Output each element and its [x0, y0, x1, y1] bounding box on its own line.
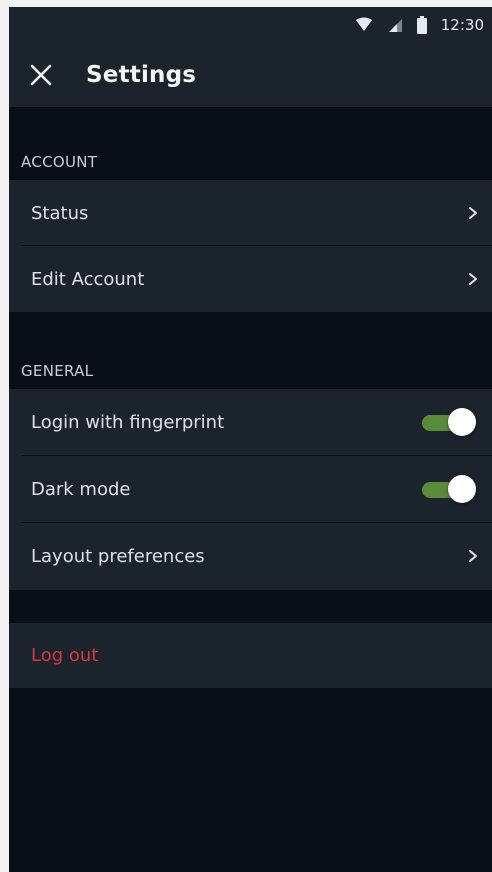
app-bar: Settings	[9, 43, 492, 107]
toggle-thumb	[448, 408, 476, 436]
logout-card: Log out	[9, 623, 492, 688]
settings-item-status[interactable]: Status	[9, 180, 492, 246]
settings-item-label: Edit Account	[31, 268, 145, 290]
settings-item-dark-mode[interactable]: Dark mode	[9, 456, 492, 523]
wifi-icon	[355, 17, 372, 31]
chevron-right-icon	[469, 550, 477, 562]
settings-item-label: Dark mode	[31, 479, 131, 500]
phone-screen: 12:30 Settings ACCOUNT Status Edit Accou…	[9, 7, 492, 872]
page-title: Settings	[86, 62, 197, 88]
logout-label: Log out	[31, 645, 99, 666]
section-header-account: ACCOUNT	[21, 153, 98, 171]
battery-icon	[416, 16, 427, 34]
account-card: Status Edit Account	[9, 180, 492, 312]
section-header-general: GENERAL	[21, 362, 94, 380]
general-card: Login with fingerprint Dark mode Layout …	[9, 389, 492, 590]
status-icons: 12:30	[355, 14, 484, 36]
toggle-thumb	[448, 475, 476, 503]
close-button[interactable]	[25, 59, 57, 91]
settings-item-edit-account[interactable]: Edit Account	[9, 246, 492, 312]
logout-button[interactable]: Log out	[9, 623, 492, 688]
status-bar: 12:30	[9, 7, 492, 43]
settings-item-label: Layout preferences	[31, 546, 205, 567]
status-time: 12:30	[440, 16, 484, 34]
settings-item-login-fingerprint[interactable]: Login with fingerprint	[9, 389, 492, 456]
close-icon	[30, 64, 52, 86]
settings-item-layout-preferences[interactable]: Layout preferences	[9, 523, 492, 590]
settings-item-label: Login with fingerprint	[31, 412, 225, 433]
chevron-right-icon	[469, 207, 477, 219]
cell-signal-icon	[388, 19, 402, 32]
dark-mode-toggle[interactable]	[422, 474, 478, 504]
settings-item-label: Status	[31, 202, 89, 224]
fingerprint-toggle[interactable]	[422, 407, 478, 437]
chevron-right-icon	[469, 273, 477, 285]
